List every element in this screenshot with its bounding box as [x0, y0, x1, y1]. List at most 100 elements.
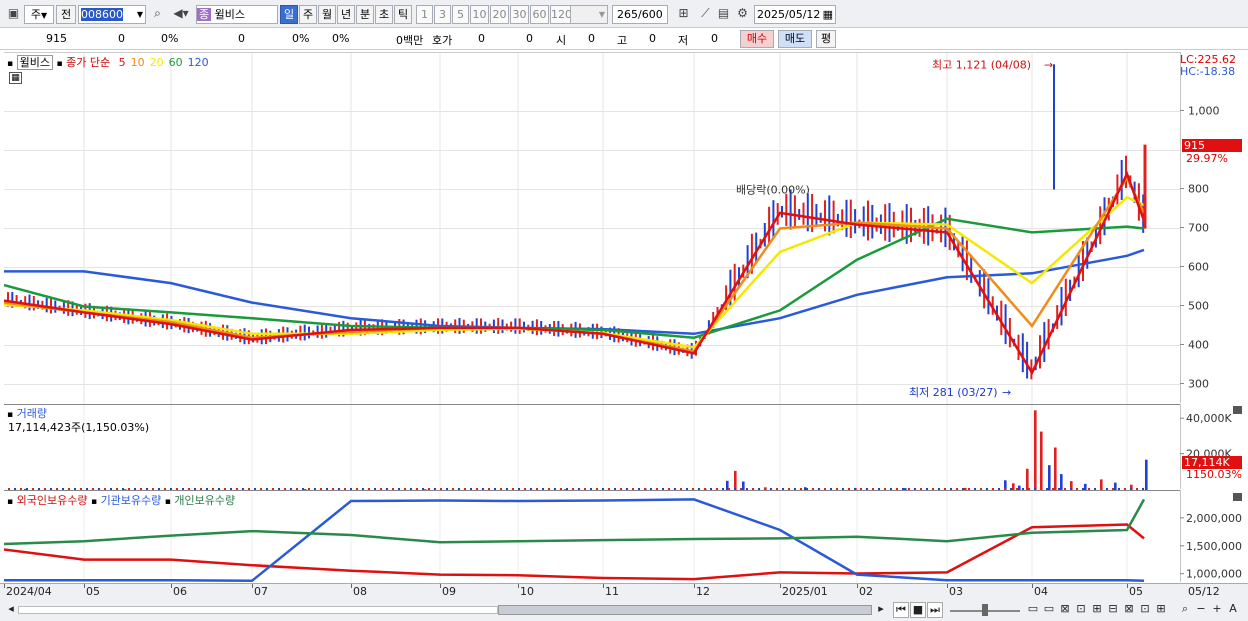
x-axis-tick-1: 05	[86, 585, 100, 598]
legend-ma-120: 120	[187, 56, 209, 69]
chart-icon-6[interactable]: ⊟	[1106, 602, 1120, 618]
chart-icon-8[interactable]: ⊡	[1138, 602, 1152, 618]
x-axis-tick-0: 2024/04	[6, 585, 52, 598]
period-tab-1[interactable]: 주	[299, 5, 317, 24]
price-axis-label-3: 700	[1188, 222, 1209, 235]
holdings-line-0	[4, 523, 1145, 581]
hoga-value-2: 0	[526, 32, 533, 45]
chart-icon-4[interactable]: ⊡	[1074, 602, 1088, 618]
bullet-icon: ▪	[7, 59, 14, 69]
settings-icon[interactable]: ⚙	[733, 5, 752, 24]
grid-icon[interactable]: ▦	[9, 72, 22, 84]
high-label: 고	[617, 34, 628, 47]
market-select[interactable]: 주▼	[24, 5, 54, 24]
quote-price: 915	[46, 32, 67, 45]
candle-type-icon[interactable]: ⊞	[674, 5, 693, 24]
zoom-in-icon[interactable]: +	[1210, 602, 1224, 618]
interval-tab-5[interactable]: 30	[510, 5, 529, 24]
volume-bar-16	[1012, 483, 1015, 490]
draw-tool-icon[interactable]: ⟋	[696, 5, 715, 24]
chart-icon-7[interactable]: ⊠	[1122, 602, 1136, 618]
volume-bar-19	[1034, 410, 1037, 490]
scrollbar-track[interactable]	[18, 606, 498, 614]
period-tab-6[interactable]: 틱	[394, 5, 412, 24]
date-field[interactable]: 2025/05/12 ▦	[754, 5, 836, 24]
legend-ma-5: 5	[118, 56, 126, 69]
interval-tab-2[interactable]: 5	[452, 5, 469, 24]
volume-bar-18	[1026, 468, 1029, 490]
scroll-left-icon[interactable]: ◂	[4, 602, 18, 618]
period-tab-4[interactable]: 분	[356, 5, 374, 24]
holdings-axis: 2,000,000 1,500,000 1,000,000	[1180, 490, 1242, 582]
zoom-slider-handle[interactable]	[982, 604, 988, 616]
stock-code-input[interactable]: 008600 ▼	[78, 5, 146, 24]
date-value: 2025/05/12	[757, 8, 821, 21]
first-icon[interactable]: ⏮	[893, 602, 909, 618]
period-tab-0[interactable]: 일	[280, 5, 298, 24]
volume-chart[interactable]	[4, 405, 1180, 490]
quote-bar: 915 0 0% 0 0% 0% 0백만 호가 0 0 시 0 고 0 저 0 …	[0, 28, 1248, 50]
chart-icon-2[interactable]: ▭	[1042, 602, 1056, 618]
panel-close-icon[interactable]	[1233, 493, 1242, 501]
low-label: 저	[678, 34, 689, 47]
zoom-search-icon[interactable]: ⌕	[1178, 602, 1192, 618]
x-axis-tick-mark-10	[857, 584, 858, 588]
chart-icon-1[interactable]: ▭	[1026, 602, 1040, 618]
x-axis-tick-mark-11	[947, 584, 948, 588]
calendar-icon: ▦	[822, 8, 833, 21]
count-field[interactable]: 265/600	[612, 5, 668, 24]
period-tab-3[interactable]: 년	[337, 5, 355, 24]
interval-tab-3[interactable]: 10	[470, 5, 489, 24]
x-axis-tick-mark-0	[4, 584, 5, 588]
bullet-icon: ▪	[164, 497, 171, 507]
chart-icon-9[interactable]: ⊞	[1154, 602, 1168, 618]
chart-icon-3[interactable]: ⊠	[1058, 602, 1072, 618]
interval-tab-4[interactable]: 20	[490, 5, 509, 24]
scroll-right-icon[interactable]: ▸	[874, 602, 888, 618]
sell-button[interactable]: 매도	[778, 30, 812, 48]
volume-bar-22	[1054, 447, 1057, 490]
search-icon[interactable]: ⌕	[148, 5, 167, 24]
layout-icon[interactable]: ▣	[4, 5, 23, 24]
bullet-icon: ▪	[7, 497, 14, 507]
count-max: /600	[638, 8, 663, 21]
next-icon[interactable]: ⏭	[927, 602, 943, 618]
chevron-down-icon: ▼	[136, 10, 143, 19]
legend-institution: 기관보유수량	[100, 494, 162, 507]
interval-tab-0[interactable]: 1	[416, 5, 433, 24]
price-chart[interactable]: 최고 1,121 (04/08) → 최저 281 (03/27) → 배당락(0.00…	[4, 53, 1180, 404]
legend-ma-60: 60	[168, 56, 183, 69]
volume-bar-29	[1145, 459, 1148, 490]
x-axis-tick-mark-4	[351, 584, 352, 588]
legend-ma-10: 10	[130, 56, 145, 69]
scrollbar-thumb[interactable]	[498, 605, 872, 615]
x-axis-tick-10: 02	[859, 585, 873, 598]
prev-button[interactable]: 전	[56, 5, 76, 24]
buy-button[interactable]: 매수	[740, 30, 774, 48]
volume-bar-23	[1060, 474, 1063, 490]
x-axis-tick-mark-12	[1032, 584, 1033, 588]
volume-axis-label-0: 40,000K	[1186, 412, 1232, 425]
period-tab-5[interactable]: 초	[375, 5, 393, 24]
x-axis: 2024/04 05 06 07 08 09 10 11 12 2025/01 02 03 04 05 0…	[0, 583, 1248, 600]
interval-tab-1[interactable]: 3	[434, 5, 451, 24]
avg-button[interactable]: 평	[816, 30, 836, 48]
chart-icon-5[interactable]: ⊞	[1090, 602, 1104, 618]
interval-tab-7[interactable]: 120	[550, 5, 572, 24]
save-icon[interactable]: ▤	[714, 5, 733, 24]
legend-foreign: 외국인보유수량	[16, 494, 88, 507]
x-axis-tick-3: 07	[254, 585, 268, 598]
stock-name-field[interactable]: 종 윌비스	[196, 5, 278, 24]
current-pct-tag: 29.97%	[1186, 152, 1228, 165]
interval-select[interactable]: ▼	[570, 5, 608, 24]
sound-icon[interactable]: ◀▾	[168, 5, 194, 24]
zoom-out-icon[interactable]: −	[1194, 602, 1208, 618]
panel-close-icon[interactable]	[1233, 406, 1242, 414]
x-axis-tick-mark-9	[780, 584, 781, 588]
period-tab-2[interactable]: 월	[318, 5, 336, 24]
quote-change-pct: 0%	[161, 32, 179, 45]
font-size-icon[interactable]: A	[1226, 602, 1240, 618]
interval-tab-6[interactable]: 60	[530, 5, 549, 24]
ma-line-5	[4, 170, 1146, 376]
stop-icon[interactable]: ■	[910, 602, 926, 618]
